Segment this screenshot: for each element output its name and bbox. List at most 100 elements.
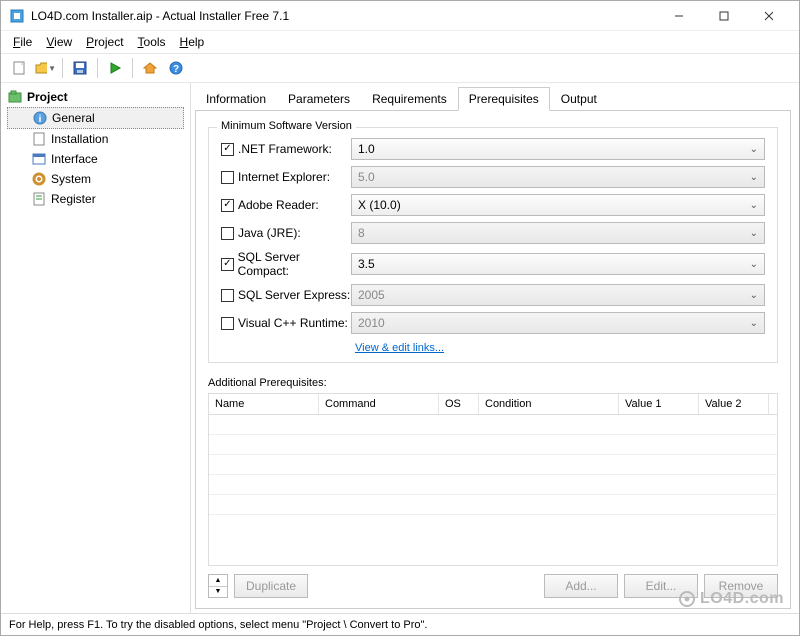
tab-output[interactable]: Output	[550, 87, 608, 111]
menu-tools[interactable]: Tools	[132, 33, 172, 51]
project-icon	[7, 89, 23, 105]
new-button[interactable]	[7, 56, 31, 80]
toolbar: ▼ ?	[1, 53, 799, 83]
close-button[interactable]	[746, 2, 791, 30]
grid-body	[209, 415, 777, 565]
register-icon	[31, 191, 47, 207]
open-button[interactable]: ▼	[33, 56, 57, 80]
additional-prerequisites-grid[interactable]: NameCommandOSConditionValue 1Value 2	[208, 393, 778, 566]
help-button[interactable]: ?	[164, 56, 188, 80]
prereq-label: Visual C++ Runtime:	[238, 316, 348, 330]
tree-item-label: General	[52, 111, 95, 125]
prereq-select-sql-server-compact[interactable]: 3.5⌄	[351, 253, 765, 275]
tab-parameters[interactable]: Parameters	[277, 87, 361, 111]
system-icon	[31, 171, 47, 187]
checkbox-icon: ✓	[221, 199, 234, 212]
toolbar-separator	[97, 58, 98, 78]
checkbox-icon	[221, 317, 234, 330]
run-button[interactable]	[103, 56, 127, 80]
select-value: 2010	[358, 316, 385, 330]
chevron-down-icon: ⌄	[750, 228, 758, 239]
edit-button[interactable]: Edit...	[624, 574, 698, 598]
prereq-checkbox-sql-server-express[interactable]: SQL Server Express:	[221, 288, 351, 302]
maximize-button[interactable]	[701, 2, 746, 30]
toolbar-separator	[132, 58, 133, 78]
tab-information[interactable]: Information	[195, 87, 277, 111]
duplicate-button[interactable]: Duplicate	[234, 574, 308, 598]
tree-item-system[interactable]: System	[7, 169, 184, 189]
select-value: 1.0	[358, 142, 375, 156]
prereq-select-adobe-reader[interactable]: X (10.0)⌄	[351, 194, 765, 216]
app-icon	[9, 8, 25, 24]
chevron-down-icon: ⌄	[750, 259, 758, 270]
spin-down-icon[interactable]: ▼	[209, 587, 227, 598]
main-panel: InformationParametersRequirementsPrerequ…	[191, 83, 799, 613]
spin-up-icon[interactable]: ▲	[209, 575, 227, 587]
prereq-label: Java (JRE):	[238, 226, 301, 240]
tab-content-prerequisites: Minimum Software Version ✓.NET Framework…	[195, 111, 791, 609]
menu-view[interactable]: View	[40, 33, 78, 51]
tab-prerequisites[interactable]: Prerequisites	[458, 87, 550, 111]
minimize-button[interactable]	[656, 2, 701, 30]
grid-column-header[interactable]: Name	[209, 394, 319, 414]
prereq-label: SQL Server Express:	[238, 288, 350, 302]
svg-text:i: i	[39, 114, 42, 125]
prereq-row: Visual C++ Runtime: 2010 ⌄	[221, 312, 765, 334]
tree-item-label: Interface	[51, 152, 98, 166]
min-software-version-group: Minimum Software Version ✓.NET Framework…	[208, 127, 778, 363]
checkbox-icon	[221, 289, 234, 302]
prereq-row: Internet Explorer: 5.0 ⌄	[221, 166, 765, 188]
grid-column-header[interactable]: OS	[439, 394, 479, 414]
view-edit-links[interactable]: View & edit links...	[355, 342, 444, 354]
tree-item-register[interactable]: Register	[7, 189, 184, 209]
chevron-down-icon: ⌄	[750, 144, 758, 155]
tree-item-label: Installation	[51, 132, 108, 146]
select-value: 5.0	[358, 170, 375, 184]
tree-item-installation[interactable]: Installation	[7, 129, 184, 149]
general-icon: i	[32, 110, 48, 126]
menu-file[interactable]: File	[7, 33, 38, 51]
add-button[interactable]: Add...	[544, 574, 618, 598]
order-spinner[interactable]: ▲▼	[208, 574, 228, 598]
home-button[interactable]	[138, 56, 162, 80]
tree-item-interface[interactable]: Interface	[7, 149, 184, 169]
prereq-row: ✓SQL Server Compact:3.5⌄	[221, 250, 765, 278]
chevron-down-icon: ⌄	[750, 172, 758, 183]
checkbox-icon	[221, 227, 234, 240]
prereq-checkbox-adobe-reader[interactable]: ✓ Adobe Reader:	[221, 198, 351, 212]
menu-project[interactable]: Project	[80, 33, 129, 51]
additional-prerequisites-label: Additional Prerequisites:	[208, 377, 778, 389]
prereq-label: Adobe Reader:	[238, 198, 319, 212]
remove-button[interactable]: Remove	[704, 574, 778, 598]
prereq-checkbox-visual-c-runtime[interactable]: Visual C++ Runtime:	[221, 316, 351, 330]
save-button[interactable]	[68, 56, 92, 80]
tree-item-label: Register	[51, 192, 96, 206]
tree-root-label: Project	[27, 90, 68, 104]
grid-header: NameCommandOSConditionValue 1Value 2	[209, 394, 777, 415]
installation-icon	[31, 131, 47, 147]
prereq-select-internet-explorer: 5.0 ⌄	[351, 166, 765, 188]
prereq-select-net-framework[interactable]: 1.0 ⌄	[351, 138, 765, 160]
prereq-checkbox-sql-server-compact[interactable]: ✓SQL Server Compact:	[221, 250, 351, 278]
menu-help[interactable]: Help	[174, 33, 211, 51]
prereq-row: SQL Server Express:2005⌄	[221, 284, 765, 306]
grid-row	[209, 415, 777, 435]
prereq-row: Java (JRE): 8 ⌄	[221, 222, 765, 244]
grid-row	[209, 475, 777, 495]
tree-item-general[interactable]: i General	[7, 107, 184, 129]
prereq-checkbox-internet-explorer[interactable]: Internet Explorer:	[221, 170, 351, 184]
grid-column-header[interactable]: Value 1	[619, 394, 699, 414]
grid-button-row: ▲▼ Duplicate Add... Edit... Remove	[208, 574, 778, 598]
grid-column-header[interactable]: Value 2	[699, 394, 769, 414]
prereq-label: SQL Server Compact:	[238, 250, 351, 278]
grid-column-header[interactable]: Condition	[479, 394, 619, 414]
group-legend: Minimum Software Version	[217, 120, 356, 132]
select-value: 8	[358, 226, 365, 240]
grid-column-header[interactable]: Command	[319, 394, 439, 414]
tab-requirements[interactable]: Requirements	[361, 87, 458, 111]
prereq-checkbox-net-framework[interactable]: ✓.NET Framework:	[221, 142, 351, 156]
tree-root-project[interactable]: Project	[7, 87, 184, 107]
prereq-checkbox-java-jre[interactable]: Java (JRE):	[221, 226, 351, 240]
chevron-down-icon: ⌄	[750, 318, 758, 329]
status-text: For Help, press F1. To try the disabled …	[9, 619, 427, 631]
